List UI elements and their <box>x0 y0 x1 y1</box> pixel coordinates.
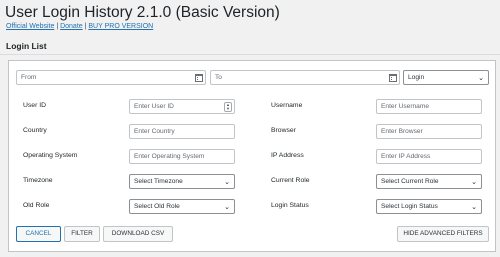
date-type-select[interactable]: Login ⌄ <box>403 70 489 85</box>
filter-button[interactable]: FILTER <box>64 226 100 242</box>
from-date-input[interactable]: From <box>16 70 206 85</box>
login-status-label: Login Status <box>271 202 309 209</box>
user-id-input[interactable]: Enter User ID ▲ ▼ <box>129 99 235 114</box>
buy-pro-link[interactable]: BUY PRO VERSION <box>88 23 153 30</box>
date-type-value: Login <box>408 74 425 81</box>
country-label: Country <box>23 127 47 134</box>
user-id-placeholder: Enter User ID <box>134 103 174 110</box>
number-spinner-icon[interactable]: ▲ ▼ <box>224 102 232 112</box>
timezone-value: Select Timezone <box>134 178 183 185</box>
old-role-value: Select Old Role <box>134 203 180 210</box>
chevron-down-icon: ⌄ <box>478 75 484 82</box>
chevron-down-icon: ⌄ <box>471 179 477 186</box>
os-placeholder: Enter Operating System <box>134 153 205 160</box>
chevron-down-icon: ⌄ <box>224 204 230 211</box>
os-input[interactable]: Enter Operating System <box>129 149 235 164</box>
current-role-select[interactable]: Select Current Role ⌄ <box>376 174 482 189</box>
username-label: Username <box>271 102 303 109</box>
download-csv-button[interactable]: DOWNLOAD CSV <box>103 226 173 242</box>
browser-placeholder: Enter Browser <box>381 128 423 135</box>
country-placeholder: Enter Country <box>134 128 175 135</box>
old-role-label: Old Role <box>23 202 50 209</box>
hide-advanced-filters-button[interactable]: HIDE ADVANCED FILTERS <box>397 226 489 242</box>
to-date-placeholder: To <box>215 74 222 81</box>
header-links: Official Website | Donate | BUY PRO VERS… <box>6 23 153 30</box>
divider <box>0 54 500 55</box>
user-id-label: User ID <box>23 102 47 109</box>
cancel-button[interactable]: CANCEL <box>16 226 61 242</box>
donate-link[interactable]: Donate <box>60 23 83 30</box>
chevron-down-icon: ⌄ <box>224 179 230 186</box>
page-title: User Login History 2.1.0 (Basic Version) <box>5 4 280 21</box>
username-input[interactable]: Enter Username <box>376 99 482 114</box>
country-input[interactable]: Enter Country <box>129 124 235 139</box>
to-date-input[interactable]: To <box>210 70 400 85</box>
timezone-label: Timezone <box>23 177 53 184</box>
ip-placeholder: Enter IP Address <box>381 153 431 160</box>
browser-label: Browser <box>271 127 296 134</box>
current-role-value: Select Current Role <box>381 178 439 185</box>
timezone-select[interactable]: Select Timezone ⌄ <box>129 174 235 189</box>
login-status-select[interactable]: Select Login Status ⌄ <box>376 199 482 214</box>
chevron-down-icon: ⌄ <box>471 204 477 211</box>
official-website-link[interactable]: Official Website <box>6 23 54 30</box>
login-status-value: Select Login Status <box>381 203 438 210</box>
current-role-label: Current Role <box>271 177 310 184</box>
os-label: Operating System <box>23 152 78 159</box>
ip-input[interactable]: Enter IP Address <box>376 149 482 164</box>
calendar-icon[interactable] <box>389 74 397 82</box>
ip-label: IP Address <box>271 152 304 159</box>
section-title: Login List <box>6 41 47 51</box>
browser-input[interactable]: Enter Browser <box>376 124 482 139</box>
old-role-select[interactable]: Select Old Role ⌄ <box>129 199 235 214</box>
username-placeholder: Enter Username <box>381 103 430 110</box>
from-date-placeholder: From <box>21 74 37 81</box>
calendar-icon[interactable] <box>195 74 203 82</box>
filter-panel: From To Login ⌄ User ID Enter User ID ▲ ▼… <box>8 60 496 252</box>
